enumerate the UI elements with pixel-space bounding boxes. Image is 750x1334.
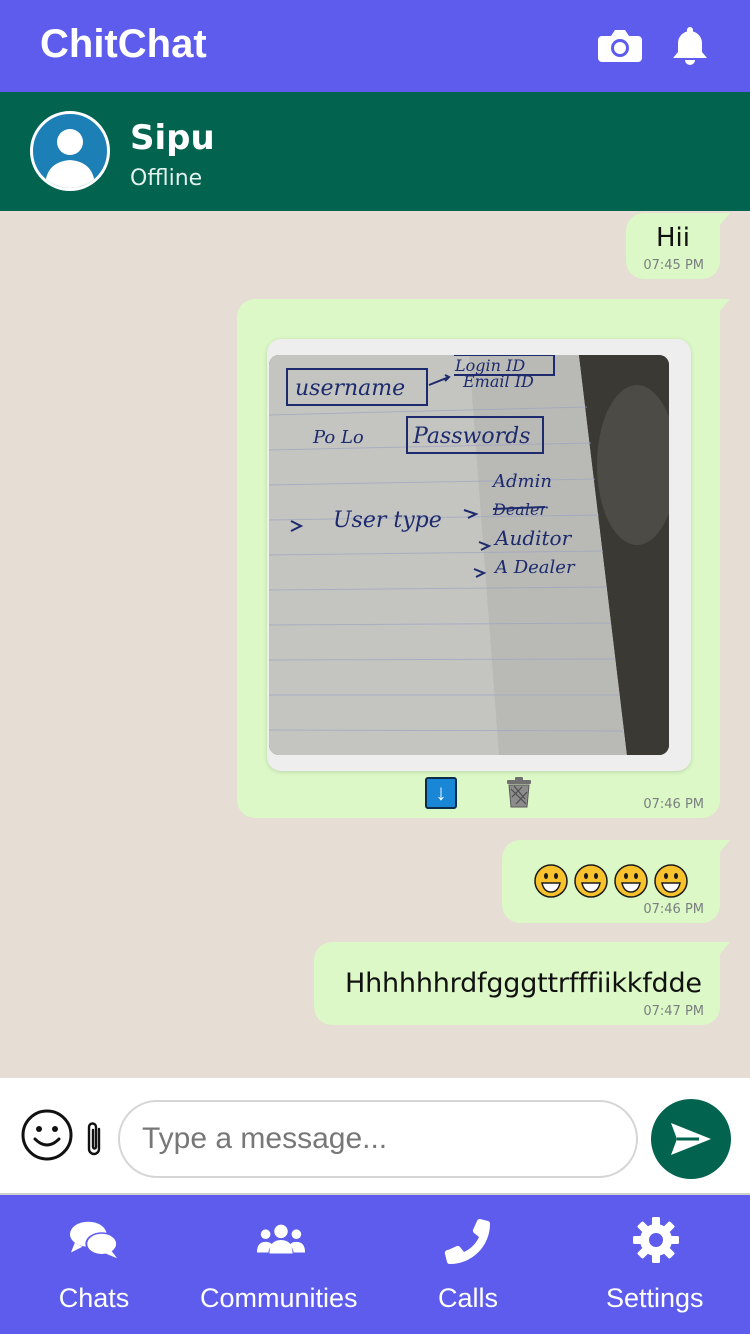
camera-icon[interactable]	[598, 24, 642, 68]
message-input[interactable]	[118, 1100, 638, 1178]
emoji-message-bubble[interactable]: 07:46 PM	[502, 840, 730, 923]
nav-label: Communities	[200, 1283, 358, 1313]
bottom-nav: Chats Communities Calls Settings	[0, 1195, 750, 1334]
svg-text:username: username	[295, 376, 405, 401]
svg-text:User type: User type	[333, 508, 442, 533]
grinning-face-icon	[574, 864, 608, 898]
attached-photo[interactable]: username Login ID Email ID Passwords Po …	[269, 355, 669, 755]
gear-icon	[631, 1215, 681, 1265]
emoji-row	[534, 864, 688, 898]
nav-item-communities[interactable]: Communities	[196, 1195, 366, 1334]
user-silhouette-icon	[45, 129, 95, 188]
message-list[interactable]: Hii 07:45 PM username Login ID Email ID …	[0, 211, 750, 1078]
nav-item-calls[interactable]: Calls	[430, 1195, 510, 1334]
chats-icon	[69, 1215, 119, 1265]
message-composer	[0, 1078, 750, 1195]
avatar[interactable]	[30, 111, 110, 191]
chat-header: Sipu Offline	[0, 92, 750, 211]
nav-label: Calls	[438, 1283, 499, 1313]
svg-text:Email ID: Email ID	[462, 372, 534, 391]
emoji-picker-icon[interactable]	[20, 1108, 74, 1162]
svg-text:A Dealer: A Dealer	[493, 557, 576, 578]
download-icon[interactable]: ↓	[425, 777, 457, 809]
message-time: 07:47 PM	[643, 1004, 704, 1019]
send-icon	[671, 1123, 711, 1155]
message-bubble[interactable]: Hhhhhhrdfgggttrfffiikkfdde 07:47 PM	[314, 942, 730, 1025]
contact-status: Offline	[130, 166, 203, 191]
svg-text:Passwords: Passwords	[412, 424, 530, 449]
communities-icon	[256, 1215, 306, 1265]
nav-label: Settings	[606, 1283, 704, 1313]
svg-text:Admin: Admin	[491, 471, 552, 492]
attachment-icon[interactable]	[84, 1120, 106, 1160]
grinning-face-icon	[534, 864, 568, 898]
image-card[interactable]: username Login ID Email ID Passwords Po …	[267, 339, 691, 771]
message-text: Hhhhhhrdfgggttrfffiikkfdde	[345, 968, 702, 999]
nav-label: Chats	[58, 1283, 130, 1313]
app-title: ChitChat	[40, 22, 207, 66]
bell-icon[interactable]	[668, 24, 712, 68]
contact-name[interactable]: Sipu	[130, 118, 215, 158]
trash-icon[interactable]	[503, 777, 535, 809]
message-time: 07:46 PM	[643, 902, 704, 917]
image-message-bubble[interactable]: username Login ID Email ID Passwords Po …	[237, 299, 730, 818]
phone-icon	[443, 1215, 493, 1265]
grinning-face-icon	[654, 864, 688, 898]
app-bar: ChitChat	[0, 0, 750, 92]
svg-text:Po Lo: Po Lo	[312, 427, 364, 448]
svg-text:Auditor: Auditor	[493, 526, 573, 550]
message-bubble[interactable]: Hii 07:45 PM	[626, 213, 730, 279]
send-button[interactable]	[651, 1099, 731, 1179]
message-time: 07:46 PM	[643, 797, 704, 812]
message-text: Hii	[656, 223, 690, 253]
nav-item-settings[interactable]: Settings	[602, 1195, 712, 1334]
grinning-face-icon	[614, 864, 648, 898]
message-time: 07:45 PM	[643, 258, 704, 273]
nav-item-chats[interactable]: Chats	[44, 1195, 144, 1334]
